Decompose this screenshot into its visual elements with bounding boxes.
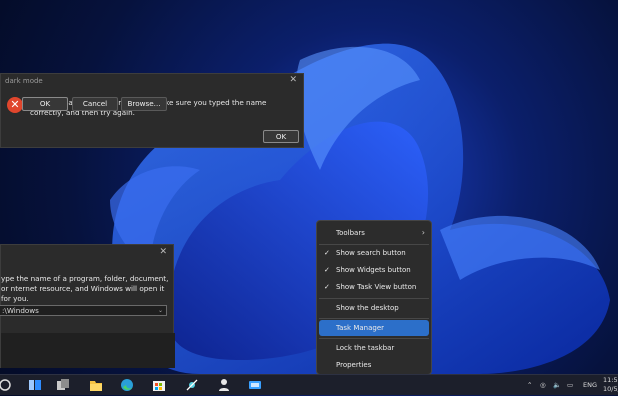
browse-button[interactable]: Browse... — [121, 97, 167, 111]
menu-item-lock-taskbar[interactable]: Lock the taskbar — [319, 340, 429, 356]
language-indicator[interactable]: ENG — [583, 375, 597, 395]
menu-item-label: Properties — [336, 361, 372, 369]
menu-divider — [319, 298, 429, 299]
run-description: ype the name of a program, folder, docum… — [1, 274, 169, 303]
menu-item-label: Show the desktop — [336, 304, 399, 312]
check-icon: ✓ — [324, 283, 330, 291]
user-app-icon[interactable] — [217, 378, 231, 392]
check-icon: ✓ — [324, 249, 330, 257]
cancel-button[interactable]: Cancel — [72, 97, 118, 111]
clock-date: 10/5/ — [603, 385, 618, 393]
check-icon: ✓ — [324, 266, 330, 274]
menu-item-label: Task Manager — [336, 324, 385, 332]
edge-icon[interactable] — [120, 378, 134, 392]
chevron-right-icon: › — [421, 228, 425, 237]
battery-icon[interactable]: ▭ — [567, 375, 573, 395]
search-icon[interactable] — [0, 378, 14, 392]
menu-item-properties[interactable]: Properties — [319, 357, 429, 373]
menu-item-show-search[interactable]: ✓ Show search button — [319, 245, 429, 261]
run-input[interactable]: :\Windows ⌄ — [0, 305, 167, 316]
run-footer — [1, 333, 175, 368]
chevron-down-icon[interactable]: ⌄ — [158, 306, 163, 315]
snipping-tool-icon[interactable] — [248, 378, 262, 392]
menu-item-label: Show Task View button — [336, 283, 417, 291]
chevron-up-icon[interactable]: ⌃ — [527, 375, 532, 395]
run-dialog: ✕ ype the name of a program, folder, doc… — [0, 244, 175, 368]
menu-divider — [319, 338, 429, 339]
menu-item-label: Show Widgets button — [336, 266, 411, 274]
ok-button[interactable]: OK — [22, 97, 68, 111]
taskbar: ⌃ ◎ 🔈 ▭ ENG 11:52 10/5/ — [0, 374, 618, 395]
menu-item-label: Toolbars — [336, 229, 365, 237]
clock[interactable]: 11:52 10/5/ — [603, 376, 618, 396]
clock-time: 11:52 — [603, 376, 618, 384]
run-input-value: :\Windows — [2, 306, 39, 315]
dialog-title: dark mode — [5, 77, 43, 85]
menu-item-show-task-view[interactable]: ✓ Show Task View button — [319, 279, 429, 295]
close-icon[interactable]: ✕ — [159, 247, 167, 257]
menu-item-label: Show search button — [336, 249, 406, 257]
location-icon: ◎ — [540, 381, 546, 389]
ok-button[interactable]: OK — [263, 130, 299, 143]
paint-icon[interactable] — [185, 378, 199, 392]
task-view-icon[interactable] — [28, 378, 42, 392]
close-icon[interactable]: ✕ — [289, 75, 297, 85]
taskbar-context-menu: Toolbars › ✓ Show search button ✓ Show W… — [316, 220, 432, 375]
menu-item-toolbars[interactable]: Toolbars › — [319, 225, 429, 241]
error-icon: ✕ — [7, 97, 23, 113]
menu-item-show-widgets[interactable]: ✓ Show Widgets button — [319, 262, 429, 278]
menu-divider — [319, 318, 429, 319]
menu-item-show-desktop[interactable]: Show the desktop — [319, 300, 429, 316]
store-icon[interactable] — [152, 378, 166, 392]
file-explorer-icon[interactable] — [89, 378, 103, 392]
volume-icon[interactable]: 🔈 — [553, 375, 561, 395]
menu-item-label: Lock the taskbar — [336, 344, 395, 352]
widgets-icon[interactable] — [56, 378, 70, 392]
menu-item-task-manager[interactable]: Task Manager — [319, 320, 429, 336]
